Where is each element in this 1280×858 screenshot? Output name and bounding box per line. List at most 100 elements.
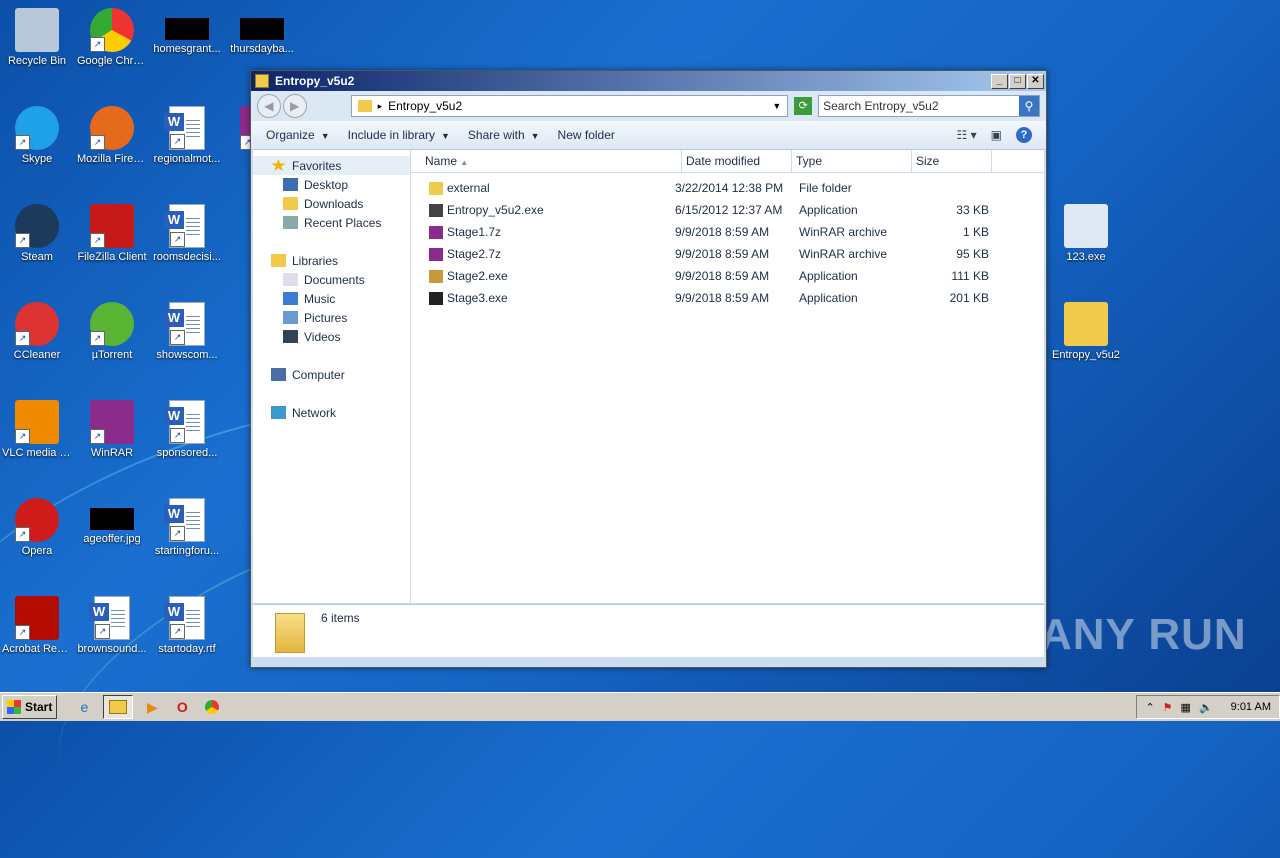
image-icon: [90, 508, 134, 530]
desktop-icon[interactable]: ↗ showscom...: [150, 298, 224, 362]
breadcrumb-arrow-icon[interactable]: ▸: [378, 101, 383, 112]
desktop-icon[interactable]: ↗ FileZilla Client: [75, 200, 149, 264]
desktop-icon[interactable]: 123.exe: [1049, 200, 1123, 264]
desktop-icon[interactable]: ↗ startoday.rtf: [150, 592, 224, 656]
address-bar[interactable]: ▸ Entropy_v5u2 ▼: [350, 95, 789, 117]
maximize-button[interactable]: □: [1009, 73, 1026, 89]
desktop-icon-label: Skype: [21, 153, 53, 165]
desktop-icon[interactable]: thursdayba...: [225, 4, 299, 56]
nav-item-videos[interactable]: Videos: [253, 327, 410, 346]
desktop-icon[interactable]: ↗ VLC media player: [0, 396, 74, 460]
nav-item-favorites[interactable]: Favorites: [253, 156, 410, 175]
column-date[interactable]: Date modified: [682, 150, 792, 172]
desktop-icon[interactable]: ↗ µTorrent: [75, 298, 149, 362]
column-headers: Name ▲ Date modified Type Size: [411, 150, 1044, 173]
desktop-icon-label: brownsound...: [77, 643, 147, 655]
file-type: File folder: [799, 181, 852, 195]
show-hidden-icons-icon[interactable]: ⌃: [1145, 701, 1154, 714]
volume-icon[interactable]: 🔈: [1199, 701, 1213, 714]
file-row[interactable]: Stage2.exe 9/9/2018 8:59 AM Application 111…: [411, 265, 1044, 287]
preview-pane-icon[interactable]: ▣: [991, 128, 1002, 142]
desktop-icon[interactable]: Entropy_v5u2: [1049, 298, 1123, 362]
documents-icon: [283, 273, 298, 286]
desktop-icon[interactable]: ↗ Mozilla Firefox: [75, 102, 149, 166]
opera-icon[interactable]: O: [171, 696, 193, 718]
breadcrumb[interactable]: Entropy_v5u2: [388, 99, 462, 113]
desktop-icon[interactable]: ↗ startingforu...: [150, 494, 224, 558]
desktop-icon[interactable]: ↗ Opera: [0, 494, 74, 558]
start-button[interactable]: Start: [2, 695, 58, 719]
desktop-icon[interactable]: ↗ Skype: [0, 102, 74, 166]
desktop-icon[interactable]: ↗ roomsdecisi...: [150, 200, 224, 264]
desktop-icon-label: FileZilla Client: [77, 251, 147, 263]
internet-explorer-icon[interactable]: e: [73, 696, 95, 718]
file-row[interactable]: Entropy_v5u2.exe 6/15/2012 12:37 AM Applic…: [411, 199, 1044, 221]
desktop-icon-label: roomsdecisi...: [153, 251, 221, 263]
column-name[interactable]: Name ▲: [411, 150, 682, 172]
file-row[interactable]: Stage1.7z 9/9/2018 8:59 AM WinRAR archive 1…: [411, 221, 1044, 243]
desktop-icon[interactable]: ↗ Google Chrome: [75, 4, 149, 68]
nav-item-libraries[interactable]: Libraries: [253, 251, 410, 270]
back-button[interactable]: ◀: [257, 94, 281, 118]
window-title: Entropy_v5u2: [275, 74, 355, 88]
file-size: 95 KB: [956, 247, 989, 261]
file-size: 201 KB: [949, 291, 989, 305]
explorer-taskbar-icon[interactable]: [103, 695, 134, 719]
desktop-icon[interactable]: ↗ regionalmot...: [150, 102, 224, 166]
title-bar[interactable]: Entropy_v5u2 _ □ ✕: [251, 71, 1046, 91]
column-type[interactable]: Type: [792, 150, 912, 172]
refresh-button[interactable]: ⟳: [794, 97, 813, 115]
desktop-icon[interactable]: ↗ CCleaner: [0, 298, 74, 362]
file-row[interactable]: external 3/22/2014 12:38 PM File folder: [411, 177, 1044, 199]
nav-item-recent-places[interactable]: Recent Places: [253, 213, 410, 232]
chrome-icon[interactable]: [201, 696, 223, 718]
nav-item-pictures[interactable]: Pictures: [253, 308, 410, 327]
file-date: 9/9/2018 8:59 AM: [675, 225, 770, 239]
desktop-icon-label: regionalmot...: [153, 153, 221, 165]
file-row[interactable]: Stage3.exe 9/9/2018 8:59 AM Application 201…: [411, 287, 1044, 309]
view-options-icon[interactable]: ☷ ▾: [957, 128, 977, 142]
nav-item-label: Libraries: [292, 253, 339, 268]
file-row[interactable]: Stage2.7z 9/9/2018 8:59 AM WinRAR archive 9…: [411, 243, 1044, 265]
media-player-icon[interactable]: ▶: [141, 696, 163, 718]
include-in-library-button[interactable]: Include in library ▼: [339, 128, 459, 142]
shortcut-arrow-icon: ↗: [90, 135, 105, 150]
close-button[interactable]: ✕: [1027, 73, 1044, 89]
nav-item-desktop[interactable]: Desktop: [253, 175, 410, 194]
folder-icon: [429, 181, 443, 195]
column-size[interactable]: Size: [912, 150, 992, 172]
minimize-button[interactable]: _: [991, 73, 1008, 89]
desktop-icon[interactable]: ↗ Acrobat Reader DC: [0, 592, 74, 656]
forward-button[interactable]: ▶: [282, 94, 307, 118]
search-input[interactable]: Search Entropy_v5u2 ⚲: [818, 95, 1040, 117]
desktop-icon[interactable]: ↗ Steam: [0, 200, 74, 264]
desktop-icon[interactable]: Recycle Bin: [0, 4, 74, 68]
desktop-icon[interactable]: homesgrant...: [150, 4, 224, 56]
share-with-button[interactable]: Share with ▼: [459, 128, 549, 142]
chevron-down-icon[interactable]: ▼: [772, 101, 781, 111]
desktop-icon[interactable]: ↗ sponsored...: [150, 396, 224, 460]
nav-item-downloads[interactable]: Downloads: [253, 194, 410, 213]
steam-icon: ↗: [15, 204, 59, 248]
nav-item-documents[interactable]: Documents: [253, 270, 410, 289]
nav-item-label: Pictures: [304, 310, 348, 325]
organize-button[interactable]: Organize ▼: [257, 128, 339, 142]
help-icon[interactable]: ?: [1016, 127, 1032, 143]
action-center-icon[interactable]: ⚑: [1163, 701, 1173, 714]
network-tray-icon[interactable]: ▦: [1181, 701, 1191, 714]
new-folder-button[interactable]: New folder: [549, 128, 624, 142]
nav-item-music[interactable]: Music: [253, 289, 410, 308]
desktop-icon[interactable]: ↗ brownsound...: [75, 592, 149, 656]
nav-item-network[interactable]: Network: [253, 403, 410, 422]
file-type: Application: [799, 291, 858, 305]
explorer-window[interactable]: Entropy_v5u2 _ □ ✕ ◀ ▶ ▸ Entropy_v5u2 ▼ …: [250, 70, 1047, 668]
desktop-icon[interactable]: ageoffer.jpg: [75, 494, 149, 546]
file-type: WinRAR archive: [799, 225, 888, 239]
nav-item-computer[interactable]: Computer: [253, 365, 410, 384]
search-icon[interactable]: ⚲: [1018, 96, 1039, 116]
desktop-icon[interactable]: ↗ WinRAR: [75, 396, 149, 460]
clock[interactable]: 9:01 AM: [1231, 701, 1271, 713]
music-icon: [283, 292, 298, 305]
shortcut-arrow-icon: ↗: [170, 624, 185, 639]
